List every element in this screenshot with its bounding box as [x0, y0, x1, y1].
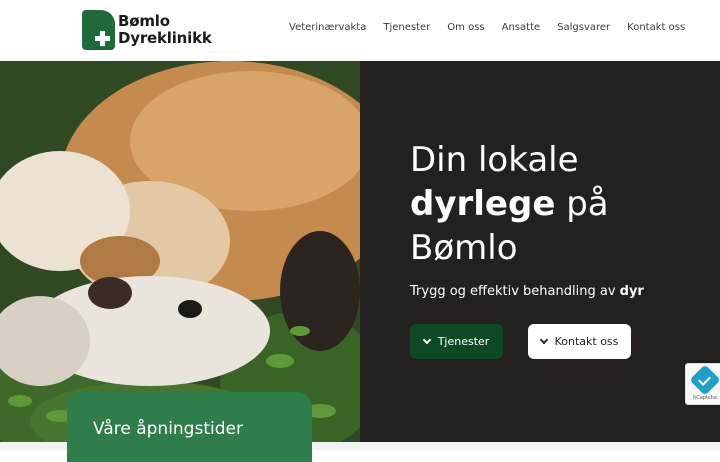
hcaptcha-label: hCaptcha [693, 395, 717, 401]
services-button[interactable]: Tjenester [410, 324, 503, 359]
hero-title-line1: Din lokale [410, 140, 579, 180]
hero-subtitle-text: Trygg og effektiv behandling av [410, 284, 620, 299]
opening-hours-title: Våre åpningstider [93, 419, 243, 439]
nav-item-salgsvarer[interactable]: Salgsvarer [557, 22, 610, 33]
services-button-label: Tjenester [437, 335, 490, 348]
chevron-down-icon [422, 335, 431, 345]
hero-subtitle: Trygg og effektiv behandling av dyr [410, 284, 644, 299]
logo-line-1: Bømlo [118, 12, 170, 30]
nav-item-ansatte[interactable]: Ansatte [502, 22, 541, 33]
logo-line-2: Dyreklinikk [118, 29, 212, 47]
nav-item-kontakt-oss[interactable]: Kontakt oss [627, 22, 685, 33]
hero-title: Din lokale dyrlege på Bømlo [410, 138, 690, 270]
hero-title-line3: Bømlo [410, 228, 518, 268]
nav-item-om-oss[interactable]: Om oss [447, 22, 484, 33]
hero-subtitle-bold: dyr [619, 284, 644, 299]
contact-button-label: Kontakt oss [554, 335, 619, 348]
logo-text: Bømlo Dyreklinikk [118, 13, 212, 47]
main-nav: Veterinærvakta Tjenester Om oss Ansatte … [289, 22, 702, 33]
hcaptcha-badge[interactable]: hCaptcha [685, 363, 720, 405]
opening-hours-card[interactable]: Våre åpningstider [67, 392, 312, 462]
hero-title-after-bold: på [555, 184, 609, 224]
site-logo[interactable]: Bømlo Dyreklinikk [82, 8, 222, 52]
nav-item-tjenester[interactable]: Tjenester [383, 22, 430, 33]
contact-button[interactable]: Kontakt oss [528, 324, 631, 359]
hero-title-bold: dyrlege [410, 184, 556, 224]
clinic-cross-icon [82, 10, 115, 50]
nav-item-veterinaervakta[interactable]: Veterinærvakta [289, 22, 366, 33]
hero-photo [0, 61, 360, 442]
chevron-down-icon [539, 335, 548, 345]
site-header: Bømlo Dyreklinikk Veterinærvakta Tjenest… [0, 0, 720, 61]
